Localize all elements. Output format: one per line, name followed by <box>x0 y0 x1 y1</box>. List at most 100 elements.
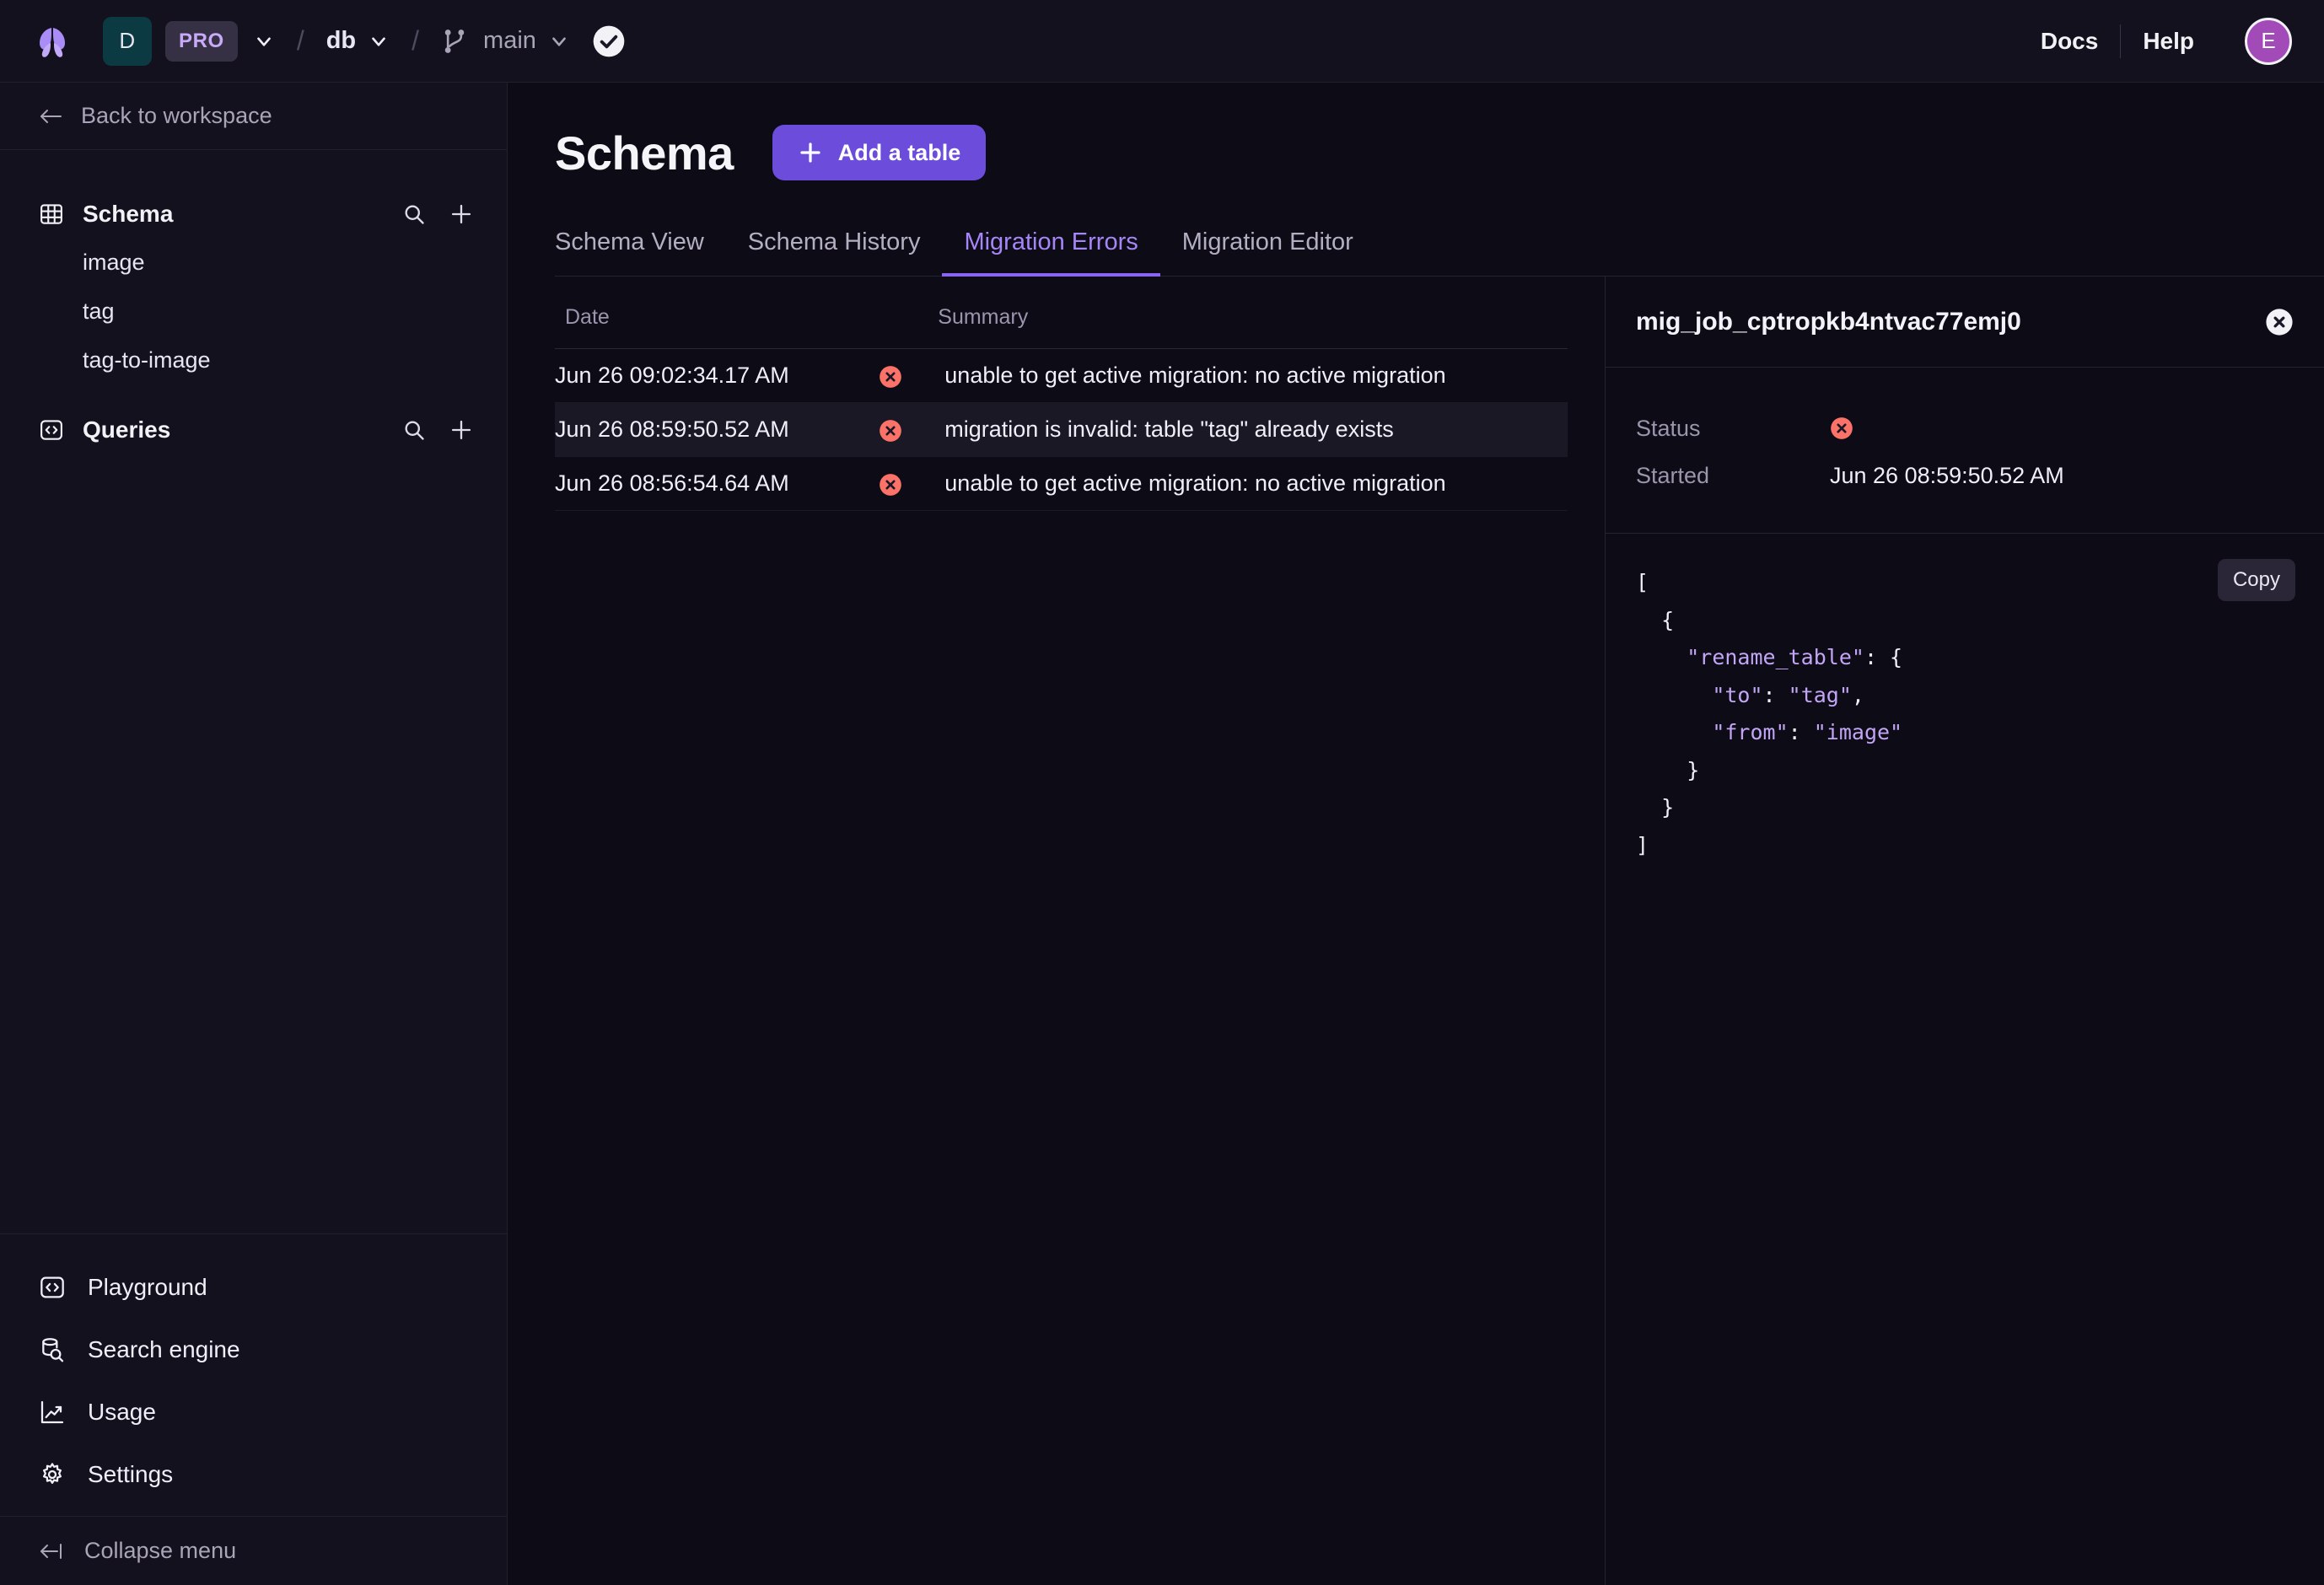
error-circle-icon <box>1831 417 1853 439</box>
code-key: "from" <box>1712 720 1789 744</box>
started-value: Jun 26 08:59:50.52 AM <box>1830 462 2064 488</box>
detail-panel-header: mig_job_cptropkb4ntvac77emj0 <box>1606 277 2324 368</box>
cell-date: Jun 26 08:56:54.64 AM <box>555 456 880 511</box>
table-header-row: Date Summary <box>555 277 1568 349</box>
status-row: Status <box>1636 405 2294 452</box>
tab-schema-history[interactable]: Schema History <box>726 228 943 277</box>
collapse-menu-button[interactable]: Collapse menu <box>0 1516 507 1585</box>
migration-job-detail-panel: mig_job_cptropkb4ntvac77emj0 Status Star… <box>1605 277 2324 1585</box>
cell-summary: unable to get active migration: no activ… <box>938 456 1568 511</box>
sidebar-item-search-engine[interactable]: Search engine <box>0 1319 507 1381</box>
code-line: ] <box>1636 832 1649 857</box>
database-search-icon <box>42 1338 64 1362</box>
cell-summary: unable to get active migration: no activ… <box>938 348 1568 403</box>
started-row: Started Jun 26 08:59:50.52 AM <box>1636 452 2294 499</box>
tab-migration-editor[interactable]: Migration Editor <box>1160 228 1375 277</box>
code-line: } <box>1636 795 1675 819</box>
cell-status <box>879 402 939 457</box>
breadcrumb-separator-1: / <box>296 25 304 56</box>
check-circle-icon[interactable] <box>592 24 626 58</box>
avatar[interactable]: E <box>2245 17 2292 65</box>
avatar-initial: E <box>2261 28 2276 53</box>
copy-button[interactable]: Copy <box>2217 559 2295 601</box>
code-value: "tag" <box>1788 682 1852 707</box>
workspace-badge[interactable]: D <box>103 16 152 66</box>
migration-json-code: [ { "rename_table": { "to": "tag", "from… <box>1636 570 1903 857</box>
detail-panel-meta: Status Started Jun 26 08:59:50.52 AM <box>1606 368 2324 534</box>
chevron-down-icon <box>372 36 385 46</box>
sidebar-item-label: Settings <box>88 1461 174 1487</box>
main-content: Schema Add a table Schema View Schema Hi… <box>508 83 2324 1585</box>
git-branch-icon <box>444 29 465 53</box>
sidebar-item-label: Search engine <box>88 1336 240 1362</box>
breadcrumb-separator-2: / <box>412 25 420 56</box>
collapse-menu-label: Collapse menu <box>84 1538 237 1563</box>
help-link[interactable]: Help <box>2121 28 2216 55</box>
line-chart-icon <box>40 1400 64 1424</box>
sidebar-item-label: Playground <box>88 1274 207 1300</box>
sidebar-item-settings[interactable]: Settings <box>0 1443 507 1506</box>
cell-status <box>879 348 939 403</box>
arrow-left-icon <box>40 109 62 123</box>
sidebar-item-tag[interactable]: tag <box>0 287 507 336</box>
plan-badge-label: PRO <box>179 29 224 52</box>
sidebar-item-label: tag-to-image <box>83 347 211 373</box>
workspace-badge-label: D <box>119 28 136 53</box>
back-to-workspace-label: Back to workspace <box>81 103 272 128</box>
docs-link[interactable]: Docs <box>2019 28 2120 55</box>
tab-bar: Schema View Schema History Migration Err… <box>555 228 2324 277</box>
database-selector[interactable]: db <box>326 27 390 55</box>
detail-panel-title: mig_job_cptropkb4ntvac77emj0 <box>1636 307 2021 336</box>
code-key: "rename_table" <box>1687 645 1864 669</box>
code-punct: : { <box>1864 645 1903 669</box>
search-icon[interactable] <box>402 202 426 226</box>
column-header-date: Date <box>555 277 939 349</box>
table-row[interactable]: Jun 26 08:56:54.64 AM unable to get acti… <box>555 456 1568 511</box>
sidebar-item-playground[interactable]: Playground <box>0 1256 507 1319</box>
tab-migration-errors[interactable]: Migration Errors <box>942 228 1160 277</box>
sidebar-group-queries-actions <box>402 418 473 442</box>
branch-selector[interactable]: main <box>441 27 570 56</box>
plus-icon <box>800 142 820 163</box>
sidebar: Back to workspace Schema image tag tag-t… <box>0 83 508 1585</box>
sidebar-nav: Schema image tag tag-to-image Queries <box>0 150 507 1233</box>
add-icon[interactable] <box>449 202 473 226</box>
code-value: "image" <box>1813 720 1903 744</box>
table-row[interactable]: Jun 26 09:02:34.17 AM unable to get acti… <box>555 348 1568 403</box>
table-body: Jun 26 09:02:34.17 AM unable to get acti… <box>555 348 1568 511</box>
chevron-down-icon <box>257 36 271 46</box>
back-to-workspace-button[interactable]: Back to workspace <box>0 83 507 150</box>
sidebar-item-image[interactable]: image <box>0 238 507 287</box>
butterfly-logo-icon[interactable] <box>32 23 73 60</box>
sidebar-group-queries[interactable]: Queries <box>0 406 507 454</box>
top-bar: D PRO / db / main Docs Help E <box>0 0 2324 83</box>
table-row[interactable]: Jun 26 08:59:50.52 AM migration is inval… <box>555 402 1568 457</box>
sidebar-item-usage[interactable]: Usage <box>0 1381 507 1443</box>
chevron-down-icon <box>552 36 566 46</box>
close-circle-icon[interactable] <box>2265 308 2294 336</box>
migration-errors-table-wrap: Date Summary Jun 26 09:02:34.17 AM unabl… <box>508 277 1605 1585</box>
status-label: Status <box>1636 415 1701 441</box>
plan-badge[interactable]: PRO <box>165 20 238 62</box>
app-body: Back to workspace Schema image tag tag-t… <box>0 83 2324 1585</box>
page-header: Schema Add a table <box>508 83 2324 180</box>
sidebar-group-schema[interactable]: Schema <box>0 191 507 238</box>
column-header-summary: Summary <box>938 277 1568 349</box>
code-brackets-icon <box>40 1276 64 1298</box>
search-icon[interactable] <box>402 418 426 442</box>
workspace-dropdown-toggle[interactable] <box>253 30 275 52</box>
sidebar-item-tag-to-image[interactable]: tag-to-image <box>0 336 507 384</box>
code-line: } <box>1636 757 1700 782</box>
error-circle-icon <box>880 420 902 442</box>
branch-name: main <box>483 27 536 54</box>
add-table-button[interactable]: Add a table <box>772 125 987 180</box>
page-title: Schema <box>555 126 734 180</box>
gear-icon <box>43 1463 62 1484</box>
tab-schema-view[interactable]: Schema View <box>533 228 726 277</box>
code-key: "to" <box>1712 682 1763 707</box>
add-icon[interactable] <box>449 418 473 442</box>
sidebar-item-label: tag <box>83 298 115 324</box>
table-head: Date Summary <box>555 277 1568 349</box>
cell-summary: migration is invalid: table "tag" alread… <box>938 402 1568 457</box>
